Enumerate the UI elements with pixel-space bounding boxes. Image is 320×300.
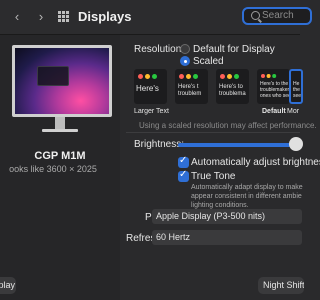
refresh-rate-select[interactable]: 60 Hertz — [152, 230, 302, 245]
scale-preview-text: He the see — [293, 81, 302, 99]
window-controls-icon — [261, 74, 278, 78]
performance-note: Using a scaled resolution may affect per… — [139, 121, 317, 130]
radio-scaled[interactable] — [180, 56, 190, 66]
auto-brightness-checkbox[interactable] — [178, 155, 189, 168]
scale-option-3[interactable]: Here's to troublema — [216, 69, 249, 104]
scale-preview-text: Here's t troublem — [178, 84, 202, 97]
true-tone-label[interactable]: True Tone — [191, 171, 235, 182]
night-shift-button[interactable]: Night Shift — [258, 277, 304, 294]
search-icon — [251, 11, 260, 20]
resolution-label: Resolution: — [134, 44, 185, 55]
display-resolution-note: ooks like 3600 × 2025 — [9, 164, 97, 174]
show-all-grid-icon[interactable] — [58, 11, 69, 22]
radio-default-for-display[interactable] — [180, 44, 190, 54]
search-placeholder: Search — [262, 10, 294, 21]
true-tone-description: Automatically adapt display to make appe… — [191, 183, 303, 210]
display-settings-button[interactable]: splay — [0, 277, 16, 294]
brightness-slider-fill — [178, 143, 297, 147]
forward-button[interactable]: › — [34, 9, 48, 25]
true-tone-checkbox[interactable] — [178, 169, 189, 182]
search-field[interactable]: Search — [242, 7, 312, 25]
scale-caption: Mor — [287, 108, 300, 115]
monitor-preview — [12, 45, 112, 117]
scale-preview-text: Here's to the troublemaker ones who see — [260, 81, 290, 99]
true-tone-desc-line: Automatically adapt display to make — [191, 184, 303, 191]
window-thumbnail — [37, 66, 69, 86]
monitor-stand-base — [42, 129, 78, 132]
monitor-stand — [55, 117, 65, 129]
radio-scaled-label[interactable]: Scaled — [193, 56, 224, 67]
true-tone-desc-line: appear consistent in different ambie — [191, 193, 302, 200]
scale-option-larger-text[interactable]: Here's — [134, 69, 167, 104]
back-button[interactable]: ‹ — [10, 9, 24, 25]
scale-options: Here's Larger Text Here's t troublem Her… — [122, 69, 303, 117]
presets-select[interactable]: Apple Display (P3-500 nits) — [152, 209, 302, 224]
divider — [126, 132, 300, 133]
auto-brightness-label[interactable]: Automatically adjust brightness — [191, 157, 320, 168]
scale-option-more-space[interactable]: He the see — [289, 69, 303, 104]
scale-caption: Larger Text — [134, 108, 169, 115]
brightness-slider-knob[interactable] — [289, 137, 304, 151]
scale-preview-text: Here's — [136, 84, 159, 93]
scale-preview-text: Here's to troublema — [219, 84, 246, 97]
scale-option-2[interactable]: Here's t troublem — [175, 69, 208, 104]
window-controls-icon — [138, 74, 159, 79]
radio-default-label[interactable]: Default for Display — [193, 44, 275, 55]
display-name: CGP M1M — [34, 150, 86, 162]
scale-option-default[interactable]: Here's to the troublemaker ones who see — [257, 69, 290, 104]
brightness-label: Brightness: — [134, 139, 185, 150]
window-controls-icon — [220, 74, 241, 79]
window-controls-icon — [179, 74, 200, 79]
window-title: Displays — [78, 9, 132, 24]
scale-caption: Default — [262, 108, 286, 115]
